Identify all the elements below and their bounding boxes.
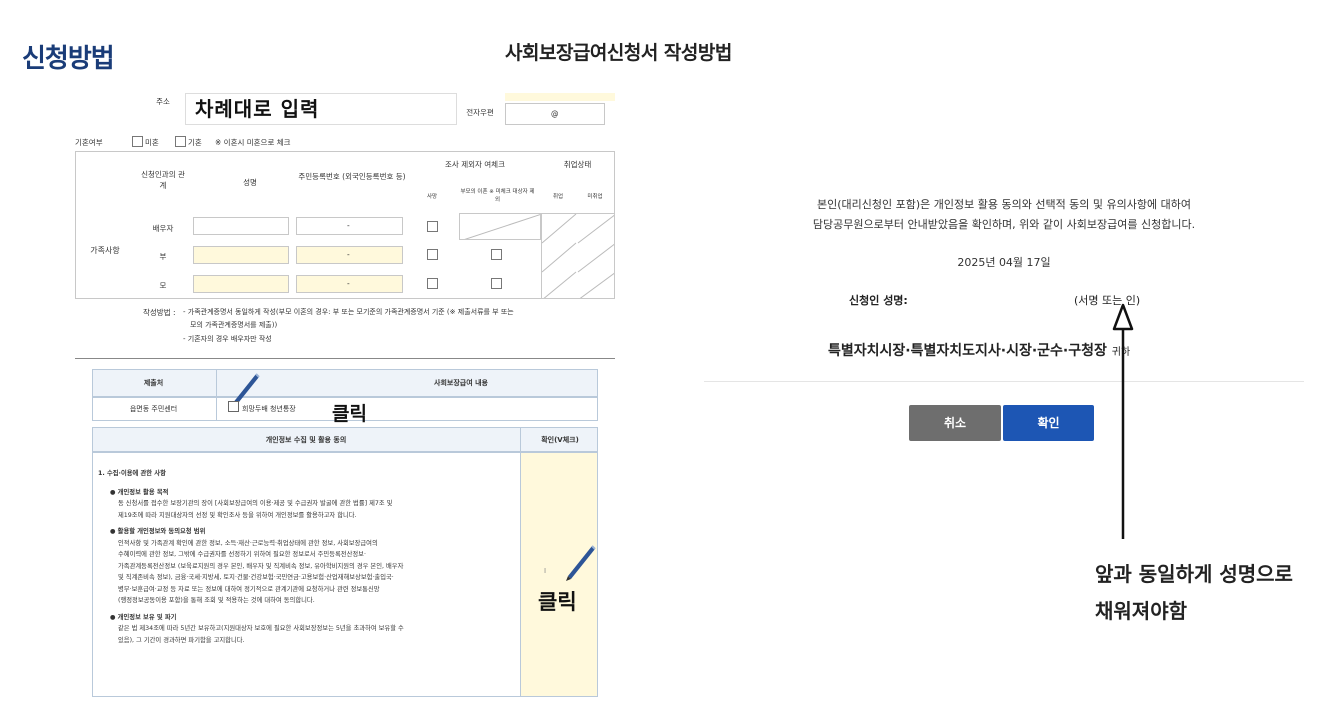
arrow-up-icon [1108, 303, 1138, 547]
col-relation: 신청인과의 관계 [141, 170, 185, 190]
content-checkbox[interactable] [228, 401, 239, 412]
relation-father: 부 [159, 252, 167, 261]
content-value: 희망두배 청년통장 [242, 405, 296, 413]
dialog-date: 2025년 04월 17일 [957, 256, 1051, 269]
family-info-form: 주소 차례대로 입력 전자우편 @ 기혼여부 미혼 기혼 ※ 이혼시 미혼으로 … [75, 93, 615, 359]
job-disabled-cells [541, 213, 615, 299]
b3-l2: 있음), 그 기간이 경과하면 파기함을 고지합니다. [118, 636, 245, 644]
col-job-sub1: 취업 [552, 194, 564, 200]
b2-l6: (행정정보공동이용 포함)을 통해 조회 및 적용하는 것에 대하여 동의합니다… [118, 597, 315, 604]
married-label: 기혼 [188, 138, 202, 147]
pen-icon[interactable] [562, 542, 598, 584]
b2-l4: 및 직계존비속 정보), 금융·국세·지방세, 토지·건물·건강보험·국민연금·… [118, 574, 394, 581]
dialog-divider [704, 381, 1304, 382]
spouse-id-input[interactable]: - [296, 217, 403, 235]
b1-l2: 제19조에 따라 지원대상자의 선정 및 확인조사 등을 위하여 개인정보를 활… [118, 511, 357, 519]
mother-name-input[interactable] [193, 275, 289, 293]
b2-l2: 수혜이력에 관한 정보, 그밖에 수급권자를 선정하기 위하여 필요한 정보로서… [118, 551, 366, 558]
col-job-sub2: 미취업 [587, 194, 603, 200]
single-label: 미혼 [145, 138, 159, 147]
page-title: 신청방법 [22, 44, 115, 74]
section-1-title: 1. 수집·이용에 관한 사항 [98, 470, 166, 477]
consent-text: 1. 수집·이용에 관한 사항 ● 개인정보 활용 목적 동 신청서를 접수한 … [98, 468, 404, 646]
content-label: 사회보장급여 내용 [434, 379, 488, 387]
b3-title: ● 개인정보 보유 및 파기 [110, 613, 177, 621]
b1-title: ● 개인정보 활용 목적 [110, 488, 169, 496]
family-section-label: 가족사항 [90, 246, 120, 255]
single-checkbox[interactable] [132, 136, 143, 147]
cancel-button[interactable]: 취소 [909, 405, 1001, 441]
annotation-text: 앞과 동일하게 성명으로 채워져야함 [1095, 556, 1293, 630]
id-dash: - [347, 250, 350, 259]
marital-note: ※ 이혼시 미혼으로 체크 [215, 138, 291, 147]
id-dash: - [347, 279, 350, 288]
father-divorce-check[interactable] [491, 249, 502, 260]
col-job: 취업상태 [563, 160, 592, 169]
b1-l1: 동 신청서를 접수한 보장기관의 장이 [사회보장급여의 이용·제공 및 수급권… [118, 500, 393, 507]
father-name-input[interactable] [193, 246, 289, 264]
b2-l3: 가족관계등록전산정보 (보육료지원의 경우 본인, 배우자 및 직계비속 정보,… [118, 562, 404, 570]
office-label: 제출처 [143, 379, 164, 387]
relation-mother: 모 [159, 281, 167, 290]
note-line-2: - 기혼자의 경우 배우자만 작성 [183, 335, 272, 343]
mother-divorce-check[interactable] [491, 278, 502, 289]
col-check-sub1: 사망 [426, 194, 438, 200]
mother-id-input[interactable]: - [296, 275, 403, 293]
b2-l5: 병무·보훈급여·교정 등 자료 또는 정보에 대하여 정기적으로 관계기관에 요… [118, 585, 380, 593]
office-value: 읍면동 주민센터 [129, 405, 178, 413]
spouse-check[interactable] [427, 221, 438, 232]
addressee-text: 특별자치시장·특별자치도지사·시장·군수·구청장 [828, 343, 1107, 359]
col-check: 조사 제외자 여체크 [445, 160, 505, 169]
dialog-line-1: 본인(대리신청인 포함)은 개인정보 활용 동의와 선택적 동의 및 유의사항에… [816, 198, 1191, 211]
note-line-1b: 모의 가족관계증명서를 제출)) [190, 321, 278, 329]
document-title: 사회보장급여신청서 작성방법 [505, 42, 732, 64]
confirm-mark: I [544, 567, 547, 575]
col-id: 주민등록번호 (외국인등록번호 등) [298, 172, 406, 181]
mother-check[interactable] [427, 278, 438, 289]
highlight-strip [505, 93, 615, 101]
application-confirm-dialog: 본인(대리신청인 포함)은 개인정보 활용 동의와 선택적 동의 및 유의사항에… [704, 170, 1304, 466]
note-line-1: - 가족관계증명서 동일하게 작성(부모 이혼의 경우: 부 또는 모기준의 가… [183, 308, 514, 316]
spouse-disabled-cell [459, 213, 541, 240]
dialog-line-2: 담당공무원으로부터 안내받았음을 확인하며, 위와 같이 사회보장급여를 신청합… [812, 218, 1196, 231]
b2-l1: 인적사항 및 가족관계 확인에 관한 정보, 소득·재산·근로능력·취업상태에 … [118, 539, 378, 547]
click-label-1: 클릭 [332, 403, 367, 425]
spouse-name-input[interactable] [193, 217, 289, 235]
relation-spouse: 배우자 [152, 224, 174, 233]
married-checkbox[interactable] [175, 136, 186, 147]
notes-label: 작성방법 : [143, 308, 176, 317]
father-check[interactable] [427, 249, 438, 260]
annotation-line-1: 앞과 동일하게 성명으로 [1095, 562, 1293, 586]
address-label: 주소 [156, 97, 170, 106]
applicant-label: 신청인 성명: [849, 294, 908, 307]
addressee: 특별자치시장·특별자치도지사·시장·군수·구청장 귀하 [828, 340, 1130, 360]
marital-label: 기혼여부 [75, 138, 103, 147]
annotation-line-2: 채워져야함 [1095, 599, 1187, 623]
b2-title: ● 활용할 개인정보와 동의요청 범위 [110, 528, 206, 535]
click-label-2: 클릭 [538, 590, 577, 614]
consent-form: 제출처 사회보장급여 내용 읍면동 주민센터 희망두배 청년통장 클릭 개인정보… [86, 362, 598, 703]
id-dash: - [347, 221, 350, 230]
father-id-input[interactable]: - [296, 246, 403, 264]
consent-title: 개인정보 수집 및 활용 동의 [265, 436, 347, 444]
email-at: @ [551, 109, 559, 118]
email-label: 전자우편 [466, 108, 494, 117]
email-input[interactable]: @ [505, 103, 605, 125]
instruction-text: 차례대로 입력 [195, 97, 320, 121]
b3-l1: 같은 법 제34조에 따라 5년간 보유하고(지원대상자 보호에 필요한 사회보… [118, 625, 404, 632]
col-check-sub2: 부모의 이혼 ※ 미체크 대상자 제외 [460, 189, 535, 203]
confirm-title: 확인(V체크) [541, 436, 579, 444]
confirm-button[interactable]: 확인 [1003, 405, 1094, 441]
col-name: 성명 [243, 178, 257, 187]
